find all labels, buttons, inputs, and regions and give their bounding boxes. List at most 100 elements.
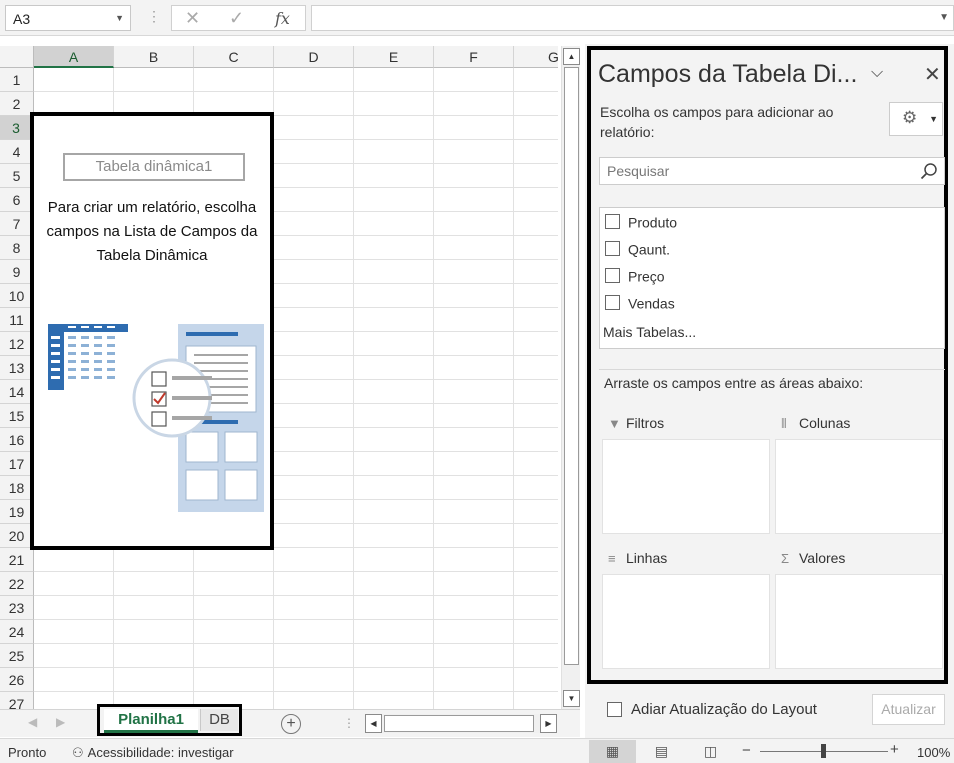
- name-box[interactable]: A3 ▼: [5, 5, 131, 31]
- field-checkbox[interactable]: [605, 213, 620, 229]
- next-sheet-icon[interactable]: ▶: [56, 715, 65, 729]
- search-icon: [920, 163, 937, 180]
- zoom-in-button[interactable]: +: [890, 741, 899, 758]
- columns-drop-zone[interactable]: [775, 439, 943, 534]
- field-item-produto[interactable]: Produto: [605, 213, 677, 233]
- scroll-left-icon[interactable]: ◀: [365, 714, 382, 733]
- zoom-slider-thumb[interactable]: [821, 744, 826, 758]
- row-header[interactable]: 20: [0, 524, 34, 548]
- column-header[interactable]: F: [434, 46, 514, 68]
- row-header[interactable]: 13: [0, 356, 34, 380]
- row-header[interactable]: 10: [0, 284, 34, 308]
- columns-icon: ⦀: [781, 416, 787, 431]
- area-label: Filtros: [626, 415, 665, 431]
- row-header[interactable]: 5: [0, 164, 34, 188]
- column-header[interactable]: D: [274, 46, 354, 68]
- formula-input[interactable]: ▼: [311, 5, 954, 31]
- tab-planilha1[interactable]: Planilha1: [104, 709, 198, 733]
- row-header[interactable]: 1: [0, 68, 34, 92]
- field-item-preco[interactable]: Preço: [605, 267, 665, 287]
- column-header[interactable]: B: [114, 46, 194, 68]
- row-header[interactable]: 22: [0, 572, 34, 596]
- row-header[interactable]: 15: [0, 404, 34, 428]
- field-checkbox[interactable]: [605, 267, 620, 283]
- row-header[interactable]: 12: [0, 332, 34, 356]
- more-tables-link[interactable]: Mais Tabelas...: [603, 324, 696, 340]
- column-header[interactable]: G: [514, 46, 558, 68]
- splitter-handle-icon[interactable]: ⋮: [343, 716, 355, 730]
- expand-formula-icon[interactable]: ▼: [939, 12, 949, 23]
- field-item-vendas[interactable]: Vendas: [605, 294, 675, 314]
- filters-drop-zone[interactable]: [602, 439, 770, 534]
- scroll-down-icon[interactable]: ▼: [563, 690, 580, 707]
- row-header[interactable]: 4: [0, 140, 34, 164]
- zoom-level[interactable]: 100%: [917, 745, 950, 760]
- row-header[interactable]: 6: [0, 188, 34, 212]
- scroll-up-icon[interactable]: ▲: [563, 48, 580, 65]
- area-filters: ▼ Filtros: [602, 409, 770, 534]
- pane-options-icon[interactable]: ⌵: [871, 64, 883, 82]
- row-header[interactable]: 17: [0, 452, 34, 476]
- row-header[interactable]: 8: [0, 236, 34, 260]
- column-header[interactable]: C: [194, 46, 274, 68]
- row-header[interactable]: 2: [0, 92, 34, 116]
- normal-view-icon[interactable]: ▦: [589, 740, 636, 763]
- row-header[interactable]: 23: [0, 596, 34, 620]
- add-sheet-button[interactable]: +: [281, 714, 301, 734]
- rows-drop-zone[interactable]: [602, 574, 770, 669]
- vertical-scroll-thumb[interactable]: [564, 67, 579, 665]
- update-button[interactable]: Atualizar: [872, 694, 945, 725]
- row-header[interactable]: 16: [0, 428, 34, 452]
- field-checkbox[interactable]: [605, 294, 620, 310]
- pivot-table-placeholder[interactable]: Tabela dinâmica1 Para criar um relatório…: [30, 112, 274, 550]
- confirm-icon[interactable]: ✓: [229, 8, 244, 29]
- close-icon[interactable]: ✕: [924, 62, 941, 87]
- row-header[interactable]: 3: [0, 116, 34, 140]
- row-header[interactable]: 26: [0, 668, 34, 692]
- row-header[interactable]: 21: [0, 548, 34, 572]
- row-header[interactable]: 14: [0, 380, 34, 404]
- chevron-down-icon[interactable]: ▼: [115, 13, 124, 23]
- field-checkbox[interactable]: [605, 240, 620, 256]
- drag-handle-icon[interactable]: ⋮: [147, 8, 161, 25]
- tools-button[interactable]: ⚙ ▼: [889, 102, 943, 136]
- row-header[interactable]: 11: [0, 308, 34, 332]
- column-header[interactable]: E: [354, 46, 434, 68]
- area-values: Σ Valores: [775, 544, 943, 669]
- field-item-qaunt[interactable]: Qaunt.: [605, 240, 670, 260]
- horizontal-scrollbar[interactable]: ◀ ▶: [365, 714, 557, 733]
- choose-fields-text: Escolha os campos para adicionar ao rela…: [600, 104, 834, 140]
- formula-buttons: ✕ ✓ fx: [171, 5, 306, 31]
- page-break-preview-icon[interactable]: ◫: [687, 740, 734, 763]
- select-all-corner[interactable]: [0, 46, 34, 68]
- row-header[interactable]: 19: [0, 500, 34, 524]
- vertical-scrollbar[interactable]: ▲ ▼: [561, 46, 580, 709]
- tab-db[interactable]: DB: [200, 709, 238, 731]
- sigma-icon: Σ: [781, 551, 790, 566]
- horizontal-scroll-thumb[interactable]: [384, 715, 534, 732]
- previous-sheet-icon[interactable]: ◀: [28, 715, 37, 729]
- row-header[interactable]: 7: [0, 212, 34, 236]
- defer-checkbox[interactable]: [607, 701, 622, 717]
- zoom-out-button[interactable]: −: [742, 742, 751, 759]
- name-box-value: A3: [13, 11, 31, 27]
- search-box[interactable]: [599, 157, 945, 185]
- area-label: Valores: [799, 550, 846, 566]
- search-input[interactable]: [600, 158, 912, 184]
- row-header[interactable]: 9: [0, 260, 34, 284]
- column-header[interactable]: A: [34, 46, 114, 68]
- page-layout-icon[interactable]: ▤: [638, 740, 685, 763]
- row-header[interactable]: 25: [0, 644, 34, 668]
- row-header[interactable]: 27: [0, 692, 34, 709]
- accessibility-status[interactable]: ⚇ Acessibilidade: investigar: [72, 745, 234, 761]
- pivot-field-pane: Campos da Tabela Di... ⌵ ✕ Escolha os ca…: [585, 44, 954, 738]
- filter-icon: ▼: [608, 416, 621, 431]
- defer-layout-update[interactable]: Adiar Atualização do Layout: [607, 701, 817, 718]
- row-header[interactable]: 18: [0, 476, 34, 500]
- scroll-right-icon[interactable]: ▶: [540, 714, 557, 733]
- insert-function-button[interactable]: fx: [275, 9, 290, 28]
- values-drop-zone[interactable]: [775, 574, 943, 669]
- area-rows: ≡ Linhas: [602, 544, 770, 669]
- cancel-icon[interactable]: ✕: [185, 8, 200, 29]
- row-header[interactable]: 24: [0, 620, 34, 644]
